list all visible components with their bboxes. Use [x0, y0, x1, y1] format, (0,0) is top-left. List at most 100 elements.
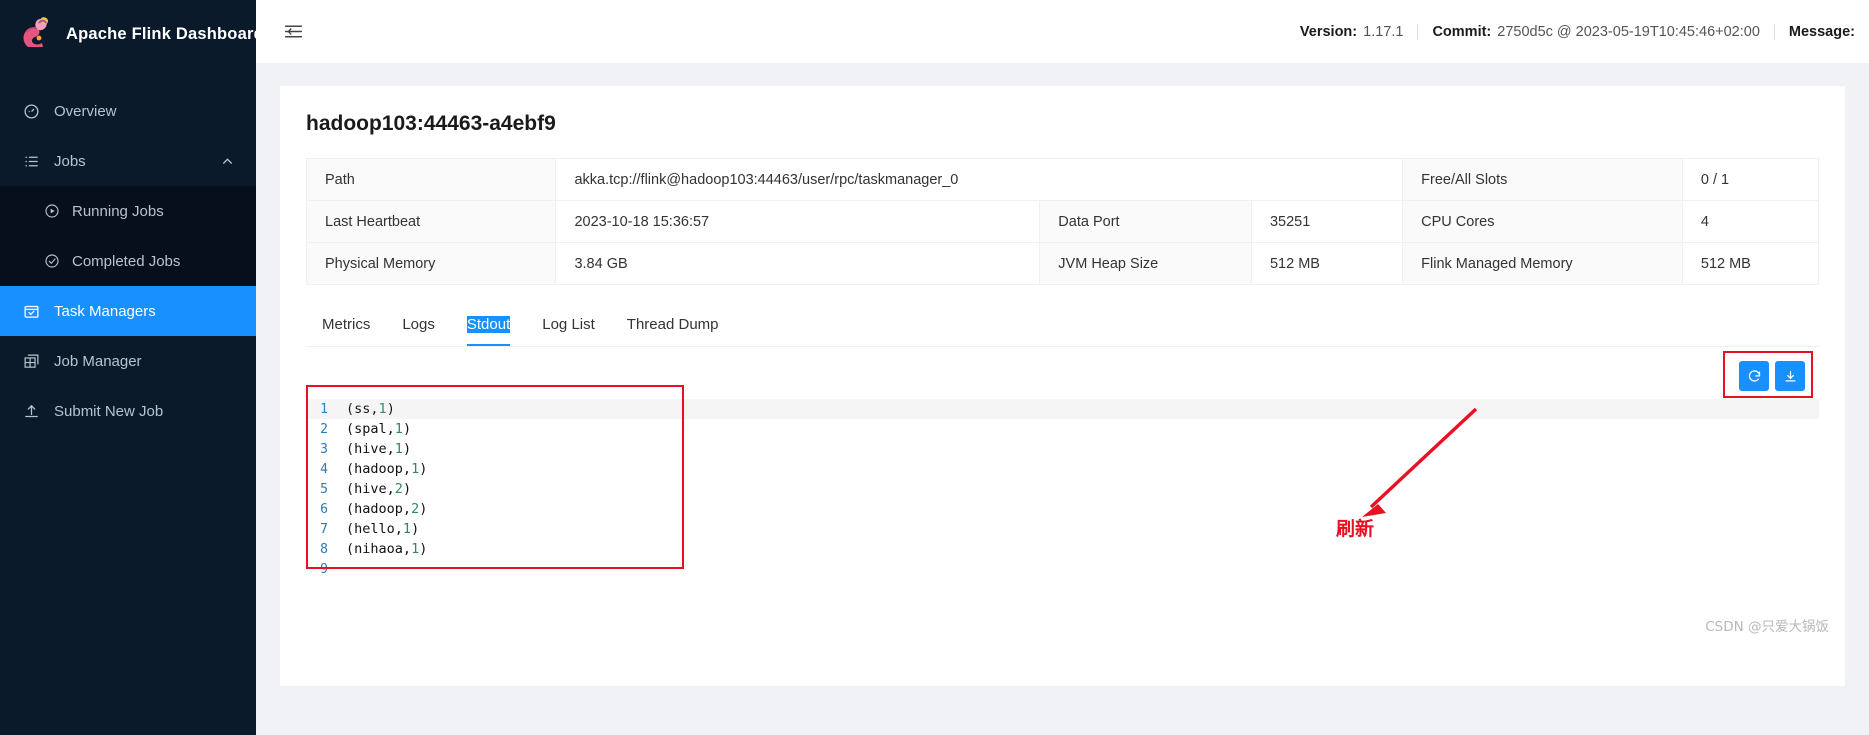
- sidebar-subnav-jobs: Running Jobs Completed Jobs: [0, 186, 256, 286]
- line-number: 6: [320, 501, 328, 517]
- app-root: Apache Flink Dashboard Overview Jobs Run…: [0, 0, 1869, 735]
- stdout-lines: 1 (ss,1) 2 (spal,1) 3 (hive,1) 4 (hadoop…: [306, 399, 1819, 579]
- cell-value: 3.84 GB: [555, 242, 1041, 285]
- code-line: 3 (hive,1): [306, 439, 1819, 459]
- line-text: (spal,1): [346, 421, 412, 437]
- line-text: (hadoop,1): [346, 461, 428, 477]
- cell-key: Free/All Slots: [1402, 158, 1683, 201]
- tab-stdout[interactable]: Stdout: [451, 302, 526, 346]
- chevron-up-icon[interactable]: [221, 155, 234, 168]
- code-line: 8 (nihaoa,1): [306, 539, 1819, 559]
- cell-value: 2023-10-18 15:36:57: [555, 200, 1041, 243]
- line-number: 2: [320, 421, 328, 437]
- tab-label: Log List: [542, 315, 595, 333]
- tab-thread-dump[interactable]: Thread Dump: [611, 302, 735, 346]
- hamburger-menu-icon[interactable]: [278, 17, 308, 47]
- tab-label: Stdout: [466, 315, 511, 333]
- cell-key: Physical Memory: [305, 242, 557, 285]
- stdout-content[interactable]: 1 (ss,1) 2 (spal,1) 3 (hive,1) 4 (hadoop…: [306, 385, 1829, 649]
- cell-key: JVM Heap Size: [1039, 242, 1252, 285]
- sidebar-item-jobs[interactable]: Jobs: [0, 136, 256, 186]
- message-info: Message:: [1775, 24, 1869, 40]
- sidebar-item-label: Overview: [54, 102, 117, 120]
- content-scroll: hadoop103:44463-a4ebf9 Path akka.tcp://f…: [256, 64, 1869, 735]
- sidebar-item-label: Submit New Job: [54, 402, 164, 420]
- sidebar-item-running-jobs[interactable]: Running Jobs: [0, 186, 256, 236]
- line-text: (hello,1): [346, 521, 420, 537]
- stdout-action-buttons: [1739, 361, 1805, 391]
- cell-key: Path: [305, 158, 557, 201]
- cell-value: 4: [1681, 200, 1820, 243]
- table-row: Path akka.tcp://flink@hadoop103:44463/us…: [305, 158, 1820, 201]
- line-text: (hadoop,2): [346, 501, 428, 517]
- main-area: Version: 1.17.1 Commit: 2750d5c @ 2023-0…: [256, 0, 1869, 735]
- sidebar-item-overview[interactable]: Overview: [0, 86, 256, 136]
- detail-tabs: Metrics Logs Stdout Log List Thread Dump: [306, 303, 1819, 347]
- code-line: 5 (hive,2): [306, 479, 1819, 499]
- sidebar-item-submit-new-job[interactable]: Submit New Job: [0, 386, 256, 436]
- line-number: 4: [320, 461, 328, 477]
- message-label: Message:: [1788, 23, 1855, 40]
- sidebar-item-label: Jobs: [54, 152, 86, 170]
- line-number: 7: [320, 521, 328, 537]
- cell-value: 35251: [1250, 200, 1404, 243]
- tab-label: Thread Dump: [626, 315, 719, 333]
- cell-key: Data Port: [1039, 200, 1252, 243]
- sidebar-item-label: Task Managers: [54, 302, 156, 320]
- play-circle-icon: [44, 203, 60, 219]
- table-row: Last Heartbeat 2023-10-18 15:36:57 Data …: [305, 200, 1820, 243]
- commit-value: 2750d5c @ 2023-05-19T10:45:46+02:00: [1497, 23, 1760, 40]
- cell-key: CPU Cores: [1402, 200, 1683, 243]
- refresh-button[interactable]: [1739, 361, 1769, 391]
- tab-label: Metrics: [322, 315, 371, 333]
- watermark: CSDN @只爱大锅饭: [1705, 619, 1829, 635]
- sidebar: Apache Flink Dashboard Overview Jobs Run…: [0, 0, 264, 735]
- code-line: 6 (hadoop,2): [306, 499, 1819, 519]
- build-info: Version: 1.17.1 Commit: 2750d5c @ 2023-0…: [1286, 23, 1869, 40]
- cell-key: Flink Managed Memory: [1402, 242, 1683, 285]
- sidebar-item-job-manager[interactable]: Job Manager: [0, 336, 256, 386]
- sidebar-item-completed-jobs[interactable]: Completed Jobs: [0, 236, 256, 286]
- sidebar-item-label: Job Manager: [54, 352, 142, 370]
- code-line: 9: [306, 559, 1819, 579]
- list-icon: [22, 152, 40, 170]
- version-value: 1.17.1: [1363, 23, 1404, 40]
- check-circle-icon: [44, 253, 60, 269]
- line-text: (hive,1): [346, 441, 412, 457]
- line-number: 3: [320, 441, 328, 457]
- download-button[interactable]: [1775, 361, 1805, 391]
- sidebar-subitem-label: Completed Jobs: [72, 252, 181, 270]
- code-line: 4 (hadoop,1): [306, 459, 1819, 479]
- page-title: hadoop103:44463-a4ebf9: [306, 112, 556, 135]
- line-text: (hive,2): [346, 481, 412, 497]
- tab-metrics[interactable]: Metrics: [306, 302, 386, 346]
- cell-value-path: akka.tcp://flink@hadoop103:44463/user/rp…: [555, 158, 1404, 201]
- code-line: 7 (hello,1): [306, 519, 1819, 539]
- stdout-toolbar: [306, 351, 1819, 399]
- cell-value: 512 MB: [1250, 242, 1404, 285]
- code-line: 2 (spal,1): [306, 419, 1819, 439]
- version-info: Version: 1.17.1: [1286, 24, 1418, 40]
- taskmanager-card: hadoop103:44463-a4ebf9 Path akka.tcp://f…: [280, 86, 1845, 686]
- tab-log-list[interactable]: Log List: [526, 302, 611, 346]
- flink-squirrel-logo-icon: [14, 14, 54, 54]
- line-text: (ss,1): [346, 401, 395, 417]
- calendar-check-icon: [22, 302, 40, 320]
- taskmanager-info-table: Path akka.tcp://flink@hadoop103:44463/us…: [305, 158, 1820, 285]
- gauge-icon: [22, 102, 40, 120]
- line-number: 8: [320, 541, 328, 557]
- table-row: Physical Memory 3.84 GB JVM Heap Size 51…: [305, 242, 1820, 285]
- line-text: (nihaoa,1): [346, 541, 428, 557]
- tab-label: Logs: [402, 315, 435, 333]
- line-number: 1: [320, 401, 328, 417]
- sidebar-subitem-label: Running Jobs: [72, 202, 164, 220]
- cell-value: 512 MB: [1681, 242, 1820, 285]
- sidebar-item-task-managers[interactable]: Task Managers: [0, 286, 256, 336]
- upload-icon: [22, 402, 40, 420]
- brand-title: Apache Flink Dashboard: [66, 24, 264, 43]
- version-label: Version:: [1299, 23, 1358, 40]
- tab-logs[interactable]: Logs: [386, 302, 451, 346]
- stdout-panel: 1 (ss,1) 2 (spal,1) 3 (hive,1) 4 (hadoop…: [306, 351, 1829, 649]
- cell-key: Last Heartbeat: [305, 200, 557, 243]
- commit-info: Commit: 2750d5c @ 2023-05-19T10:45:46+02…: [1418, 24, 1773, 40]
